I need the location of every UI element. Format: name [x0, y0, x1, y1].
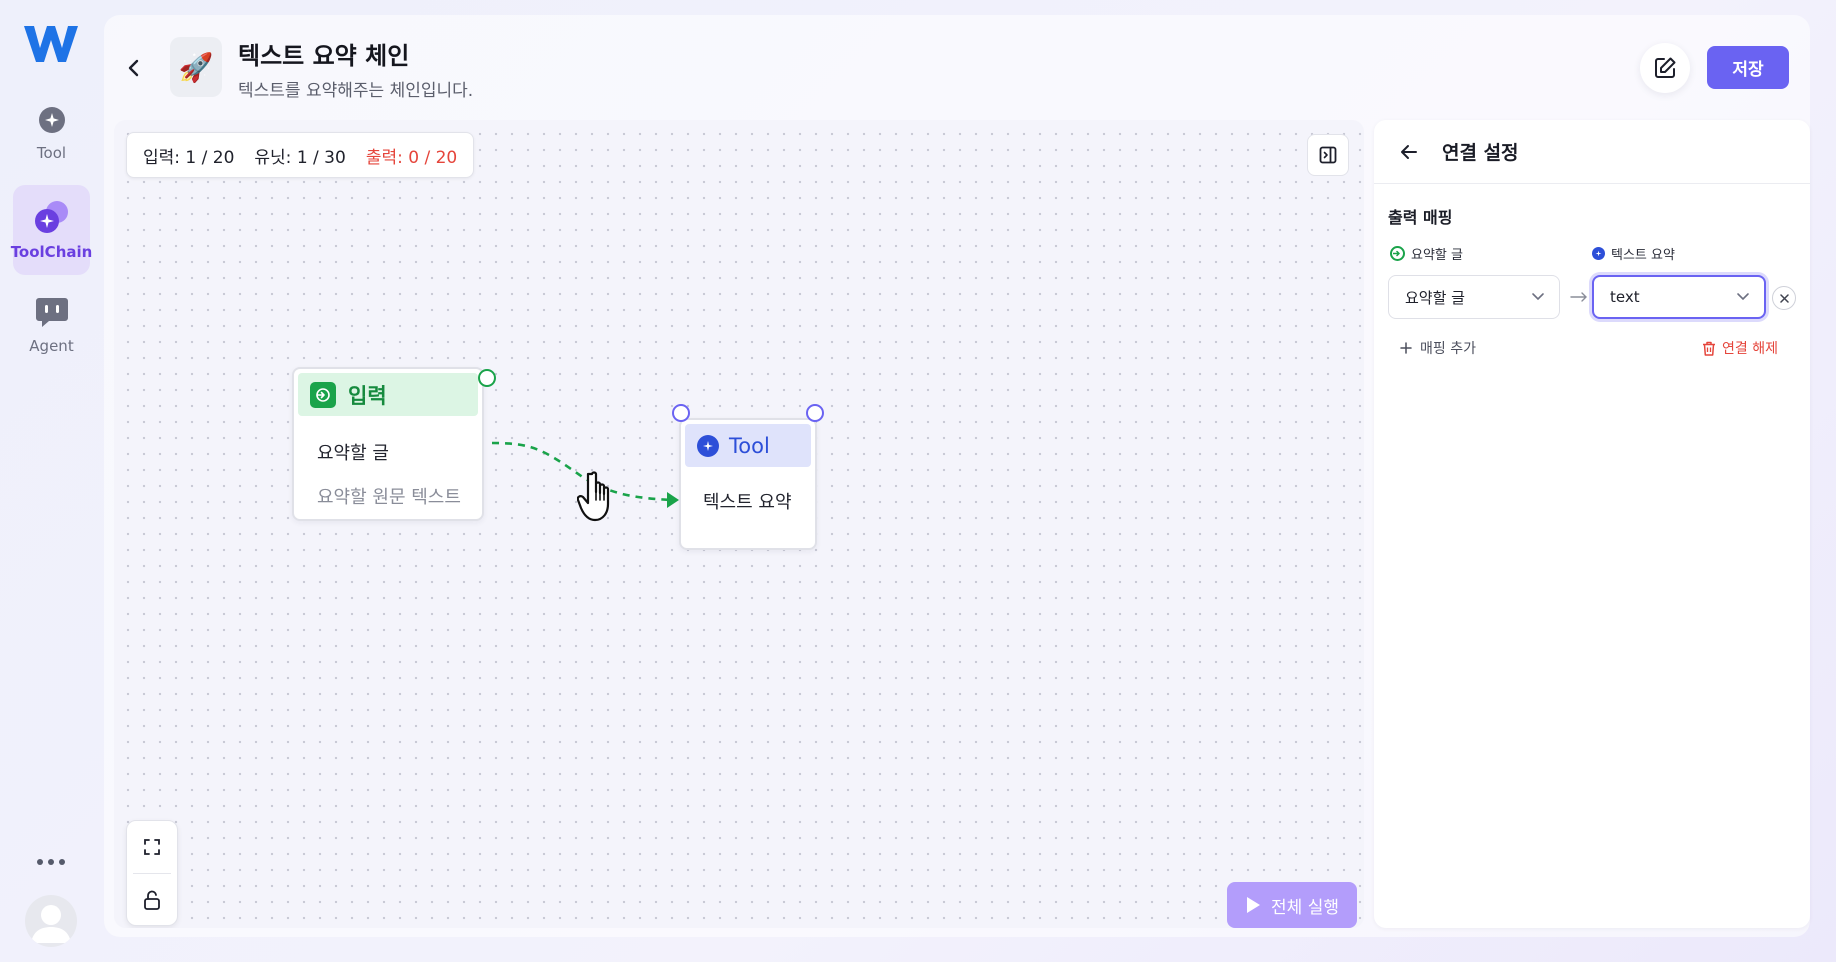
input-node-header: 입력: [298, 373, 478, 416]
unit-count: 유닛: 1 / 30: [254, 147, 346, 168]
toolchain-icon: [34, 200, 68, 233]
run-all-label: 전체 실행: [1271, 897, 1339, 918]
tool-icon: [38, 106, 65, 133]
agent-icon: [35, 297, 68, 327]
target-column-label: 텍스트 요약: [1592, 244, 1675, 263]
sidebar-panel-icon: [1319, 146, 1337, 164]
input-node-icon: [310, 381, 336, 408]
rail-item-tool[interactable]: Tool: [13, 88, 90, 178]
avatar[interactable]: [25, 895, 77, 947]
more-icon[interactable]: [33, 853, 69, 871]
tool-field-name: 텍스트 요약: [703, 492, 792, 513]
user-icon: [31, 905, 71, 943]
page-subtitle: 텍스트를 요약해주는 체인입니다.: [238, 81, 474, 101]
tool-node-header: Tool: [685, 424, 811, 467]
input-node[interactable]: 입력 요약할 글 요약할 원문 텍스트: [292, 367, 484, 521]
unlink-button[interactable]: 연결 해제: [1702, 338, 1778, 358]
flow-canvas[interactable]: 입력: 1 / 20 유닛: 1 / 30 출력: 0 / 20 입력 요약할 …: [114, 120, 1364, 928]
tool-node-output-port[interactable]: [806, 404, 824, 422]
arrow-left-icon: [1401, 144, 1417, 159]
panel-toggle-button[interactable]: [1307, 134, 1349, 176]
fit-view-button[interactable]: [127, 821, 177, 873]
input-field-description: 요약할 원문 텍스트: [317, 487, 461, 508]
target-select-value: text: [1610, 288, 1640, 306]
page-title: 텍스트 요약 체인: [238, 42, 410, 70]
chevron-left-icon: [128, 59, 139, 77]
input-circle-icon: [1390, 246, 1405, 261]
unlock-icon: [144, 890, 160, 910]
rail-item-label: Tool: [36, 143, 67, 162]
rail-item-label: Agent: [29, 336, 74, 355]
lock-canvas-button[interactable]: [127, 874, 177, 926]
tool-icon: [697, 434, 719, 457]
save-button[interactable]: 저장: [1707, 46, 1789, 89]
connection-settings-panel: 연결 설정 출력 매핑 요약할 글 텍스트 요약 요약할 글 text 매핑 추…: [1374, 120, 1810, 928]
add-mapping-button[interactable]: 매핑 추가: [1400, 338, 1476, 358]
rail-item-label: ToolChain: [10, 242, 93, 261]
target-select[interactable]: text: [1592, 275, 1766, 319]
chevron-down-icon: [1532, 293, 1544, 301]
rail-item-agent[interactable]: Agent: [13, 280, 90, 370]
panel-title: 연결 설정: [1442, 142, 1519, 164]
play-icon: [1247, 897, 1261, 913]
tool-node-input-port[interactable]: [672, 404, 690, 422]
rail-item-toolchain[interactable]: ToolChain: [10, 185, 93, 275]
source-select-value: 요약할 글: [1405, 288, 1465, 307]
output-count: 출력: 0 / 20: [365, 147, 458, 168]
panel-header: 연결 설정: [1374, 120, 1810, 184]
rocket-icon: 🚀: [170, 37, 222, 97]
panel-back-button[interactable]: [1396, 139, 1422, 165]
input-node-output-port[interactable]: [478, 369, 496, 387]
edge-arrowhead: [667, 492, 679, 508]
app-logo[interactable]: [22, 22, 80, 66]
plus-icon: [1400, 342, 1412, 354]
input-field-name: 요약할 글: [317, 443, 389, 464]
source-select[interactable]: 요약할 글: [1388, 275, 1560, 319]
remove-mapping-button[interactable]: [1772, 286, 1796, 310]
run-all-button[interactable]: 전체 실행: [1227, 882, 1357, 928]
input-node-title: 입력: [348, 383, 387, 408]
hand-pointer-icon: [577, 471, 610, 522]
left-rail: Tool ToolChain Agent: [0, 0, 104, 962]
fullscreen-icon: [144, 839, 160, 855]
back-button[interactable]: [118, 52, 150, 84]
canvas-controls: [126, 820, 178, 926]
input-count: 입력: 1 / 20: [143, 147, 235, 168]
tool-node[interactable]: Tool 텍스트 요약: [679, 418, 817, 550]
trash-icon: [1703, 341, 1715, 356]
source-column-label: 요약할 글: [1390, 244, 1463, 263]
chevron-down-icon: [1737, 293, 1749, 301]
tool-dot-icon: [1592, 247, 1605, 260]
close-icon: [1779, 293, 1789, 303]
node-count-bar: 입력: 1 / 20 유닛: 1 / 30 출력: 0 / 20: [126, 132, 475, 178]
edit-icon: [1655, 57, 1676, 78]
tool-node-title: Tool: [729, 433, 770, 458]
section-title: 출력 매핑: [1388, 208, 1453, 227]
edit-button[interactable]: [1640, 43, 1690, 93]
mapping-arrow-icon: [1570, 292, 1587, 302]
